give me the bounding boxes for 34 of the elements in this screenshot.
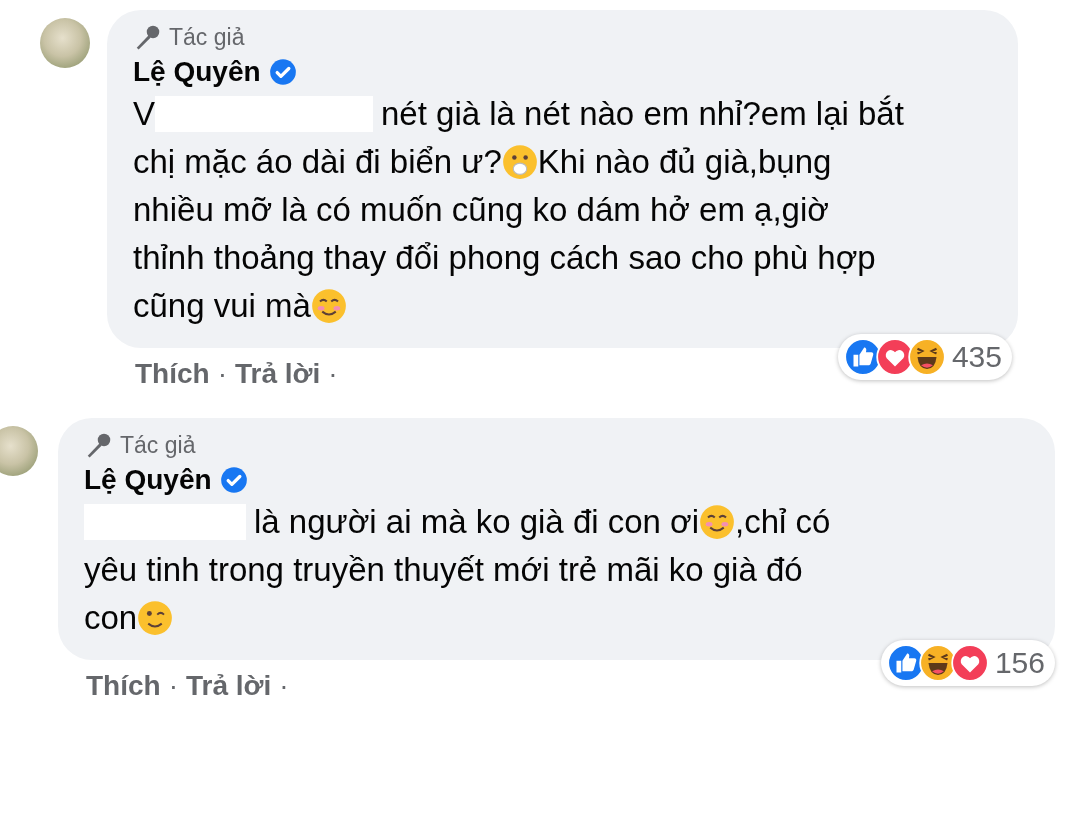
separator-dot: ·: [279, 670, 289, 702]
reactions-pill[interactable]: 156: [880, 640, 1055, 686]
comment-text: ,chỉ có: [735, 502, 831, 542]
action-link[interactable]: Trả lời: [186, 670, 272, 702]
laughing-face-icon: [907, 338, 946, 376]
avatar[interactable]: [0, 426, 38, 476]
author-name[interactable]: Lệ Quyên: [133, 56, 261, 88]
comment-text: cũng vui mà: [133, 286, 311, 326]
surprised-face-icon: [501, 144, 538, 180]
separator-dot: ·: [217, 358, 227, 390]
separator-dot: ·: [168, 670, 178, 702]
comment-text: Khi nào đủ già,bụng: [537, 142, 832, 182]
comment-text: nét già là nét nào em nhỉ?em lại bắt: [381, 94, 904, 134]
reaction-count: 435: [951, 340, 1002, 374]
action-link[interactable]: Thích: [86, 670, 161, 702]
comment-text: là người ai mà ko già đi con ơi: [254, 502, 700, 542]
smiling-face-icon: [310, 288, 347, 324]
action-link[interactable]: Thích: [135, 358, 210, 390]
reactions-pill[interactable]: 435: [837, 334, 1012, 380]
avatar[interactable]: [40, 18, 90, 68]
action-link[interactable]: Trả lời: [235, 358, 321, 390]
author-label: Tác giả: [169, 23, 245, 51]
comment-text: yêu tinh trong truyền thuyết mới trẻ mãi ko già đó: [84, 550, 803, 590]
comment-text: nhiều mỡ là có muốn cũng ko dám hở em ạ,giờ: [133, 190, 829, 230]
comment-text: chị mặc áo dài đi biển ư?: [133, 142, 502, 182]
comment-text: con: [84, 598, 138, 638]
author-name[interactable]: Lệ Quyên: [84, 464, 212, 496]
reaction-count: 156: [994, 646, 1045, 680]
winking-face-icon: [137, 600, 174, 636]
smiling-face-icon: [699, 504, 736, 540]
separator-dot: ·: [328, 358, 338, 390]
author-label: Tác giả: [120, 431, 196, 459]
comment-text: thỉnh thoảng thay đổi phong cách sao cho phù hợp: [133, 238, 876, 278]
comment-text: V: [133, 94, 155, 134]
